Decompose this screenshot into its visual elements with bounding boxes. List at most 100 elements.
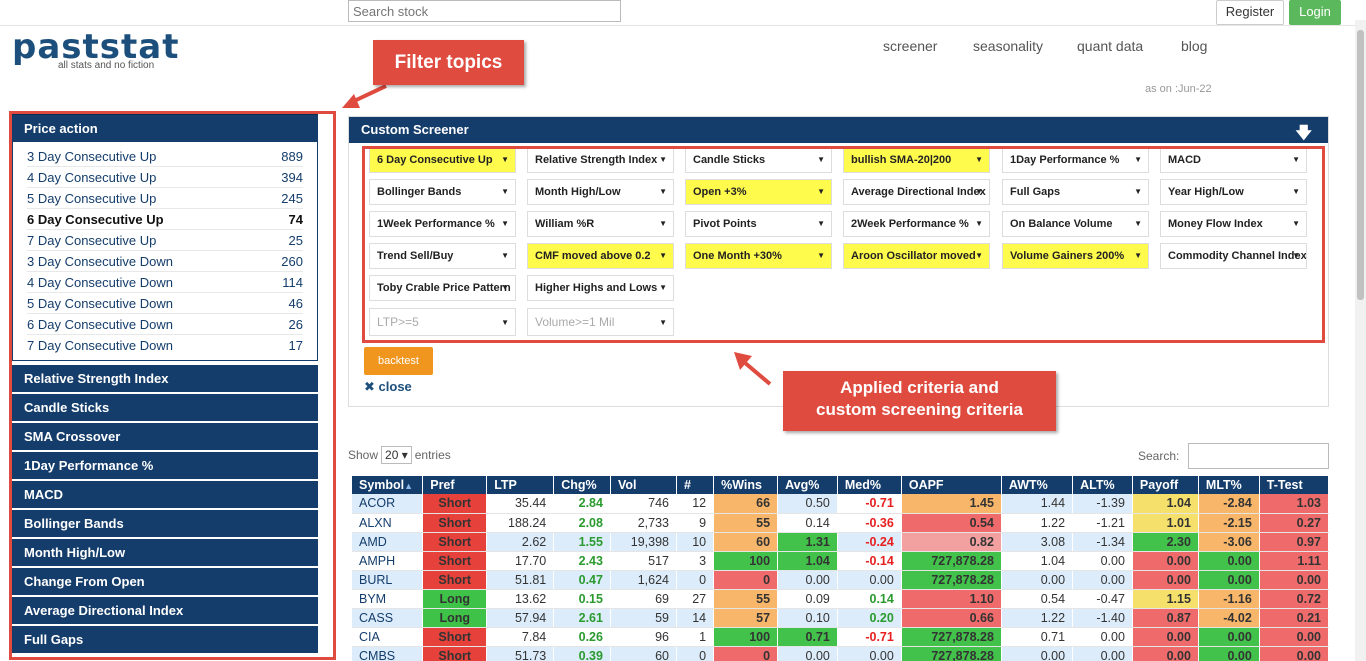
register-button[interactable]: Register [1216,0,1284,25]
cell-awt: 0.00 [1001,570,1074,590]
col-pref[interactable]: Pref [422,476,488,494]
table-row[interactable]: BYM Long 13.62 0.15 69 27 55 0.09 0.14 1… [352,589,1330,609]
table-row[interactable]: ACOR Short 35.44 2.84 746 12 66 0.50 -0.… [352,494,1330,514]
nav-blog[interactable]: blog [1181,38,1207,54]
cell-ltp: 35.44 [486,494,555,514]
col-mlt[interactable]: MLT% [1198,476,1260,494]
col-chg[interactable]: Chg% [553,476,611,494]
col-symbol[interactable]: Symbol▲ [352,476,424,494]
col-wins[interactable]: %Wins [713,476,779,494]
cell-symbol[interactable]: CMBS [352,646,424,661]
cell-wins: 66 [713,494,779,514]
col-awt[interactable]: AWT% [1001,476,1074,494]
col-alt[interactable]: ALT% [1072,476,1133,494]
cell-vol: 69 [610,589,677,609]
custom-screener-title: Custom Screener [361,122,469,137]
col-count[interactable]: # [676,476,715,494]
col-ttest[interactable]: T-Test [1259,476,1330,494]
cell-wins: 57 [713,608,779,628]
nav-screener[interactable]: screener [883,38,937,54]
table-row[interactable]: ALXN Short 188.24 2.08 2,733 9 55 0.14 -… [352,513,1330,533]
cell-pref: Short [422,494,488,514]
cell-ltp: 51.81 [486,570,555,590]
col-oapf[interactable]: OAPF [901,476,1002,494]
cell-symbol[interactable]: CASS [352,608,424,628]
cell-avg: 0.00 [777,570,838,590]
cell-oapf: 0.54 [901,513,1002,533]
col-vol[interactable]: Vol [610,476,677,494]
cell-wins: 55 [713,589,779,609]
cell-chg: 2.08 [553,513,611,533]
applied-criteria-highlight [362,146,1325,343]
table-search-input[interactable] [1188,443,1329,469]
cell-mlt: 0.00 [1198,627,1260,647]
arrow-down-icon[interactable]: 🡇 [1296,121,1312,147]
login-button[interactable]: Login [1289,0,1341,25]
cell-pref: Short [422,627,488,647]
cell-oapf: 727,878.28 [901,551,1002,571]
table-row[interactable]: AMPH Short 17.70 2.43 517 3 100 1.04 -0.… [352,551,1330,571]
cell-count: 1 [676,627,715,647]
cell-ttest: 1.11 [1259,551,1330,571]
cell-awt: 0.54 [1001,589,1074,609]
cell-symbol[interactable]: BYM [352,589,424,609]
cell-symbol[interactable]: AMPH [352,551,424,571]
cell-ltp: 17.70 [486,551,555,571]
cell-ttest: 0.00 [1259,627,1330,647]
search-stock-input[interactable] [348,0,621,22]
nav-seasonality[interactable]: seasonality [973,38,1043,54]
cell-symbol[interactable]: BURL [352,570,424,590]
logo[interactable]: paststat all stats and no fiction [12,28,179,71]
cell-mlt: 0.00 [1198,551,1260,571]
cell-count: 0 [676,646,715,661]
cell-vol: 517 [610,551,677,571]
cell-wins: 60 [713,532,779,552]
col-payoff[interactable]: Payoff [1132,476,1199,494]
cell-alt: 0.00 [1072,551,1133,571]
cell-ttest: 0.00 [1259,570,1330,590]
cell-ltp: 51.73 [486,646,555,661]
cell-wins: 0 [713,646,779,661]
cell-wins: 100 [713,627,779,647]
col-ltp[interactable]: LTP [486,476,555,494]
cell-vol: 2,733 [610,513,677,533]
col-med[interactable]: Med% [837,476,902,494]
table-row[interactable]: CIA Short 7.84 0.26 96 1 100 0.71 -0.71 … [352,627,1330,647]
cell-med: -0.71 [837,494,902,514]
cell-med: 0.20 [837,608,902,628]
cell-oapf: 727,878.28 [901,570,1002,590]
cell-payoff: 0.00 [1132,570,1199,590]
backtest-button[interactable]: backtest [364,347,433,375]
cell-chg: 2.84 [553,494,611,514]
cell-symbol[interactable]: ACOR [352,494,424,514]
cell-symbol[interactable]: CIA [352,627,424,647]
cell-mlt: -2.84 [1198,494,1260,514]
col-avg[interactable]: Avg% [777,476,838,494]
cell-symbol[interactable]: ALXN [352,513,424,533]
cell-awt: 3.08 [1001,532,1074,552]
cell-ttest: 0.72 [1259,589,1330,609]
table-row[interactable]: CMBS Short 51.73 0.39 60 0 0 0.00 0.00 7… [352,646,1330,661]
cell-pref: Short [422,551,488,571]
cell-payoff: 0.87 [1132,608,1199,628]
cell-chg: 0.39 [553,646,611,661]
cell-symbol[interactable]: AMD [352,532,424,552]
cell-mlt: -2.15 [1198,513,1260,533]
cell-awt: 1.22 [1001,513,1074,533]
cell-awt: 0.00 [1001,646,1074,661]
cell-oapf: 0.82 [901,532,1002,552]
cell-pref: Short [422,513,488,533]
filter-topics-callout: Filter topics [373,40,524,85]
close-link[interactable]: ✖ close [364,379,412,395]
table-row[interactable]: AMD Short 2.62 1.55 19,398 10 60 1.31 -0… [352,532,1330,552]
scrollbar-thumb[interactable] [1357,30,1364,300]
cell-payoff: 0.00 [1132,627,1199,647]
as-on-date: as on :Jun-22 [1145,83,1212,95]
cell-chg: 0.26 [553,627,611,647]
nav-quant-data[interactable]: quant data [1077,38,1143,54]
table-row[interactable]: CASS Long 57.94 2.61 59 14 57 0.10 0.20 … [352,608,1330,628]
cell-med: 0.00 [837,570,902,590]
cell-ltp: 2.62 [486,532,555,552]
table-row[interactable]: BURL Short 51.81 0.47 1,624 0 0 0.00 0.0… [352,570,1330,590]
entries-select[interactable]: 20 ▾ [381,446,412,464]
